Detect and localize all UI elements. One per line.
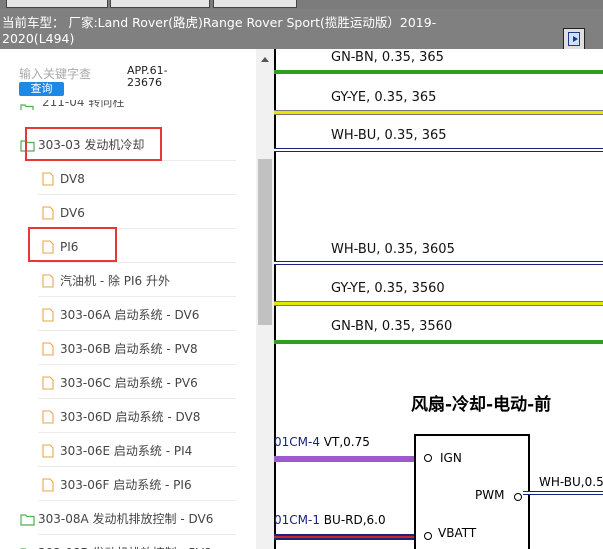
folder-icon (20, 512, 35, 532)
file-icon (42, 308, 54, 328)
wire-label: WH-BU, 0.35, 365 (331, 128, 447, 143)
tree-item-label: 303-06A 启动系统 - DV6 (60, 308, 200, 322)
top-toolbar (0, 0, 603, 9)
component-title: 风扇-冷却-电动-前 (411, 395, 552, 415)
tree-divider (38, 500, 236, 501)
wire-label: GN-BN, 0.35, 3560 (331, 319, 453, 334)
wire-white-blue (274, 148, 603, 153)
tree-item-label: 汽油机 - 除 PI6 升外 (60, 274, 170, 288)
scroll-up-arrow-icon[interactable] (261, 57, 269, 62)
connector-id: 01CM-1 (274, 513, 320, 527)
tree-divider (38, 296, 236, 297)
arrow-right-icon (573, 36, 578, 42)
sidebar-tree: 查询 APP.61-23676 211-04 转向柱 303-03 发动机冷却D… (0, 49, 274, 549)
toolbar-button-3[interactable] (213, 0, 297, 8)
tree-item-label: DV6 (60, 206, 85, 220)
tree-item-label: 303-08A 发动机排放控制 - DV6 (38, 512, 214, 526)
tree-divider (38, 398, 236, 399)
wire-yellow (274, 301, 603, 307)
tree-item-label: 303-06C 启动系统 - PV6 (60, 376, 198, 390)
file-icon (42, 342, 54, 362)
wire-violet (274, 456, 414, 462)
tree-item-label: 303-06D 启动系统 - DV8 (60, 410, 201, 424)
toolbar-button-1[interactable] (6, 0, 108, 8)
wire-label: GY-YE, 0.35, 3560 (331, 281, 445, 296)
file-icon (42, 444, 54, 464)
highlight-box-engine-cooling (25, 127, 162, 161)
connector-spec: BU-RD,6.0 (323, 513, 386, 527)
pin-ign: IGN (440, 451, 462, 465)
file-icon (42, 206, 54, 226)
pin-connector (514, 493, 522, 501)
file-icon (42, 274, 54, 294)
vehicle-header: 当前车型： 厂家:Land Rover(路虎)Range Rover Sport… (0, 9, 603, 50)
file-icon (42, 410, 54, 430)
toolbar-button-2[interactable] (110, 0, 210, 8)
toggle-panel-button[interactable] (563, 28, 585, 50)
wire-label: WH-BU, 0.35, 3605 (331, 242, 455, 257)
tree-item-partial[interactable]: 211-04 转向柱 (42, 100, 124, 110)
wire-white-blue (523, 491, 603, 496)
search-button[interactable]: 查询 (19, 82, 64, 96)
scrollbar-thumb[interactable] (258, 159, 272, 325)
file-icon (42, 172, 54, 192)
component-box: IGN PWM VBATT (414, 434, 530, 549)
pin-connector (424, 454, 432, 462)
pwm-wire-label: WH-BU,0.5 (539, 475, 603, 489)
diagram-border (274, 49, 276, 549)
tree-divider (38, 432, 236, 433)
tree-item-label: DV8 (60, 172, 85, 186)
highlight-box-pi6 (28, 227, 117, 262)
wire-blue-red (274, 534, 414, 540)
file-icon (42, 478, 54, 498)
wire-label: GY-YE, 0.35, 365 (331, 90, 437, 105)
wire-white-blue (274, 261, 603, 266)
connector-spec: VT,0.75 (323, 435, 370, 449)
tree-divider (38, 534, 236, 535)
tree-item-label: 303-06B 启动系统 - PV8 (60, 342, 198, 356)
wire-yellow (274, 110, 603, 116)
folder-icon (20, 101, 34, 110)
search-input[interactable] (19, 67, 119, 81)
wire-label: GN-BN, 0.35, 365 (331, 50, 444, 65)
tree-divider (38, 330, 236, 331)
wiring-diagram: GN-BN, 0.35, 365 GY-YE, 0.35, 365 WH-BU,… (274, 49, 603, 549)
wire-green (274, 340, 603, 344)
tree-item-label: 303-06E 启动系统 - PI4 (60, 444, 193, 458)
app-code: APP.61-23676 (127, 64, 168, 89)
panel-icon (568, 32, 580, 46)
wire-green (274, 70, 603, 74)
connector-id: 01CM-4 (274, 435, 320, 449)
pin-connector (424, 532, 432, 540)
tree-item-label: 303-08B 发动机排放控制 - PV8 (38, 543, 212, 549)
tree-divider (38, 194, 236, 195)
sidebar-scrollbar[interactable] (256, 49, 274, 549)
pin-vbatt: VBATT (438, 526, 477, 540)
tree-item-label: 303-06F 启动系统 - PI6 (60, 478, 192, 492)
pin-pwm: PWM (475, 488, 505, 502)
vehicle-title: 当前车型： 厂家:Land Rover(路虎)Range Rover Sport… (2, 15, 437, 46)
tree-divider (38, 262, 236, 263)
tree-divider (38, 466, 236, 467)
file-icon (42, 376, 54, 396)
tree-divider (38, 364, 236, 365)
